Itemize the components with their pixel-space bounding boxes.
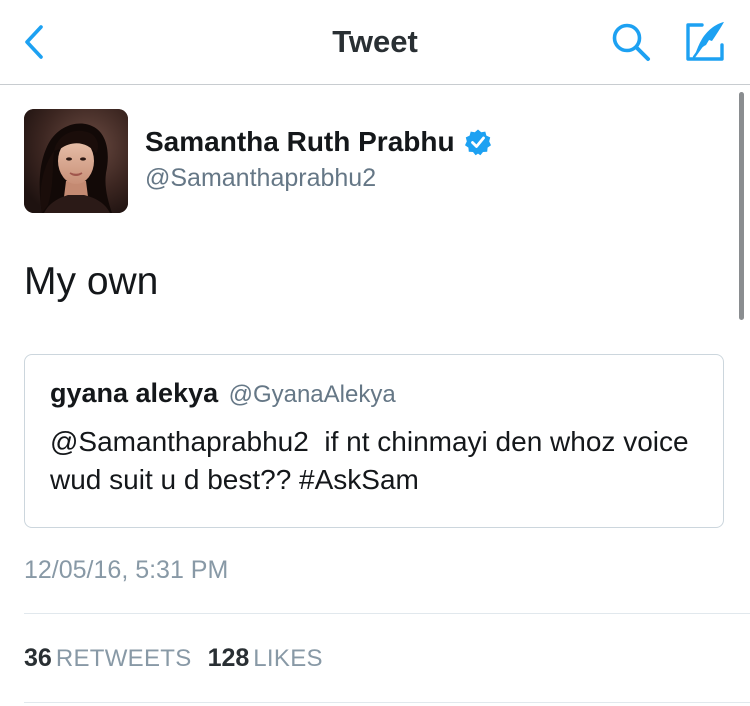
compose-tweet-button[interactable] <box>680 18 730 66</box>
author-handle[interactable]: @Samanthaprabhu2 <box>145 162 376 194</box>
quoted-tweet-card[interactable]: gyana alekya @GyanaAlekya @Samanthaprabh… <box>24 354 724 528</box>
search-button[interactable] <box>608 20 654 64</box>
retweets-label: RETWEETS <box>55 645 192 672</box>
author-name-text: Samantha Ruth Prabhu <box>145 126 455 157</box>
chevron-left-icon <box>25 25 43 59</box>
avatar[interactable] <box>24 109 128 213</box>
tweet-timestamp: 12/05/16, 5:31 PM <box>24 556 229 584</box>
tweet-detail-screen: Tweet Samantha Ruth Prabhu @Samanthaprab… <box>0 0 750 706</box>
scrollbar[interactable] <box>739 92 744 320</box>
tweet-stats: 36 RETWEETS 128 LIKES <box>24 642 323 675</box>
search-icon <box>612 23 650 61</box>
likes-stat[interactable]: 128 LIKES <box>208 642 323 675</box>
profile-photo <box>24 109 128 213</box>
quoted-author-handle: @GyanaAlekya <box>228 381 396 408</box>
retweets-count: 36 <box>24 644 52 672</box>
retweets-stat[interactable]: 36 RETWEETS <box>24 642 192 675</box>
verified-badge-icon <box>464 129 491 156</box>
likes-label: LIKES <box>253 645 323 672</box>
compose-tweet-icon <box>686 22 724 61</box>
divider <box>24 702 750 703</box>
navigation-bar: Tweet <box>0 0 750 85</box>
divider <box>24 613 750 614</box>
author-name[interactable]: Samantha Ruth Prabhu <box>145 124 492 160</box>
likes-count: 128 <box>207 644 250 672</box>
quoted-tweet-text: @Samanthaprabhu2 if nt chinmayi den whoz… <box>50 426 697 495</box>
back-button[interactable] <box>14 22 54 62</box>
quoted-author-name: gyana alekya <box>50 378 219 408</box>
quoted-tweet-header: gyana alekya @GyanaAlekya <box>50 375 396 416</box>
tweet-text: My own <box>24 260 159 303</box>
